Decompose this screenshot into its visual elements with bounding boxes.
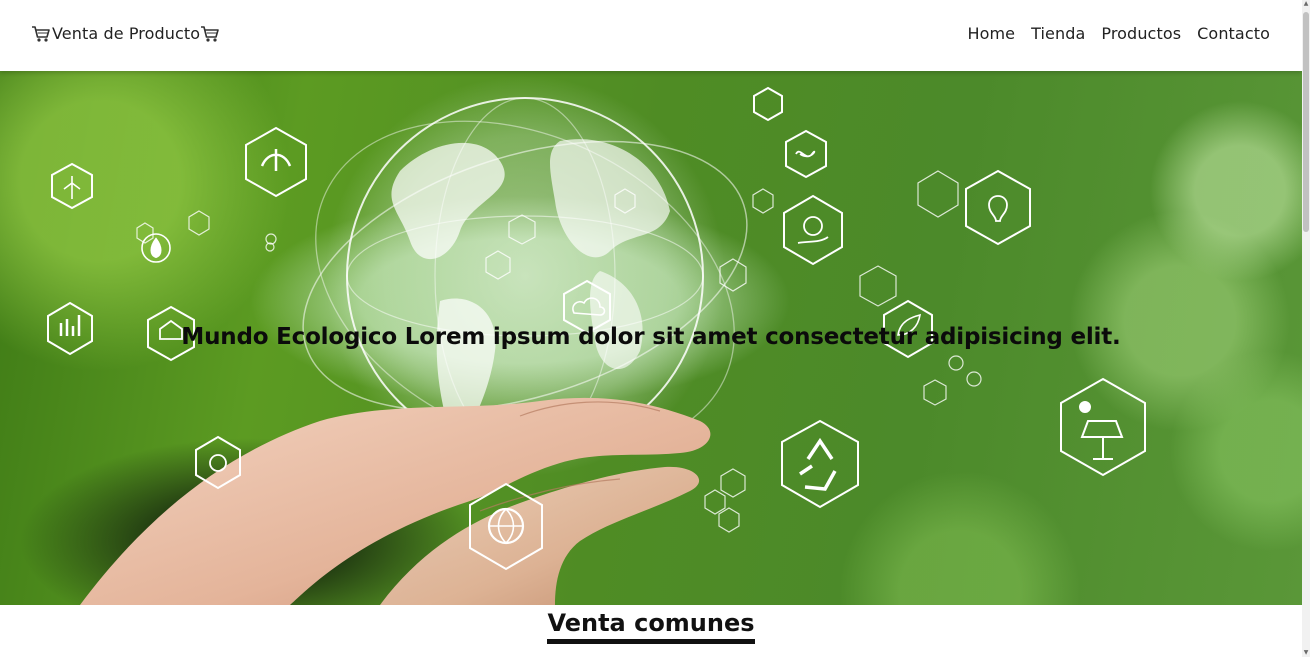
section-title-text: Venta comunes [547, 605, 755, 644]
solar-panel-hex-icon [1060, 377, 1146, 477]
hands-graphic [80, 397, 711, 605]
hands-plant-hex-icon [245, 126, 307, 198]
nav-link-productos[interactable]: Productos [1101, 24, 1181, 43]
shopping-cart-icon [201, 25, 219, 42]
brand[interactable]: Venta de Producto [31, 24, 220, 43]
nav-link-tienda[interactable]: Tienda [1031, 24, 1085, 43]
page: Venta de Producto Home Tienda Productos … [0, 0, 1302, 657]
recycle-hex-icon [781, 419, 859, 509]
browser-viewport: Venta de Producto Home Tienda Productos … [0, 0, 1310, 657]
globe-hand-hex-icon [783, 194, 843, 266]
site-header: Venta de Producto Home Tienda Productos … [0, 0, 1302, 71]
scroll-down-arrow-icon[interactable]: ▼ [1303, 649, 1309, 657]
small-heart-icon [753, 86, 783, 122]
hero-banner: Mundo Ecologico Lorem ipsum dolor sit am… [0, 71, 1302, 605]
hero-title: Mundo Ecologico Lorem ipsum dolor sit am… [181, 324, 1121, 350]
vertical-scrollbar[interactable]: ▲ ▼ [1302, 0, 1310, 657]
scroll-up-arrow-icon[interactable]: ▲ [1303, 0, 1309, 8]
wind-turbine-hex-icon [51, 162, 93, 210]
lightbulb-hex-icon [965, 169, 1031, 246]
water-drop-icon [141, 233, 171, 263]
brand-name: Venta de Producto [52, 24, 201, 43]
nav-link-contacto[interactable]: Contacto [1197, 24, 1270, 43]
scrollbar-thumb[interactable] [1303, 12, 1309, 232]
infinity-hex-icon [785, 129, 827, 179]
shopping-cart-icon [32, 25, 50, 42]
section-heading: Venta comunes [0, 605, 1302, 644]
main-nav: Home Tienda Productos Contacto [967, 24, 1270, 43]
nav-link-home[interactable]: Home [967, 24, 1015, 43]
